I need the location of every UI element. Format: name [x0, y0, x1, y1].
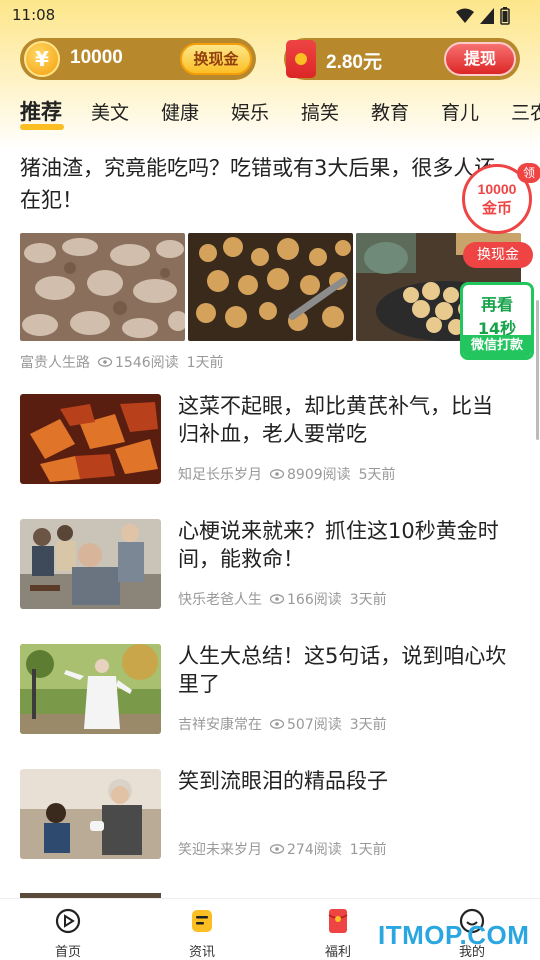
tab-health[interactable]: 健康: [161, 98, 199, 125]
wallet-row: ¥ 10000 换现金 2.80元 提现: [0, 36, 540, 82]
article-title: 这菜不起眼，却比黄芪补气，比当归补血，老人要常吃: [178, 394, 493, 446]
article-reads: 8909阅读: [287, 467, 351, 483]
article-reads: 166阅读: [287, 592, 342, 608]
news-icon: [192, 910, 212, 932]
article-title: 笑到流眼泪的精品段子: [178, 769, 388, 793]
featured-image-row: [20, 233, 521, 341]
article-author: 快乐老爸人生: [178, 592, 262, 608]
nav-home[interactable]: 首页: [28, 907, 108, 960]
wifi-icon: [456, 8, 474, 23]
featured-article-reads: 1546阅读: [115, 355, 179, 371]
list-item[interactable]: 人生大总结！这5句话，说到咱心坎里了 吉祥安康常在 507阅读 3天前: [20, 644, 520, 736]
featured-article-title: 猪油渣，究竟能吃吗？吃错或有3大后果，很多人还在犯！: [20, 156, 496, 212]
article-title: 人生大总结！这5句话，说到咱心坎里了: [178, 644, 507, 696]
wechat-payout-label: 微信打款: [463, 335, 531, 357]
article-reads: 274阅读: [287, 842, 342, 858]
article-thumbnail: [20, 644, 161, 734]
article-time: 3天前: [349, 717, 387, 733]
eye-icon: [270, 594, 284, 604]
nav-news-label: 资讯: [188, 945, 215, 960]
signal-icon: [480, 8, 494, 24]
nav-welfare-label: 福利: [324, 945, 351, 960]
tab-agriculture[interactable]: 三农: [511, 98, 540, 125]
article-time: 1天前: [349, 842, 387, 858]
article-thumbnail: [20, 769, 161, 859]
coin-reward-float[interactable]: 领 10000 金币: [462, 163, 540, 234]
battery-icon: [500, 7, 510, 25]
article-meta: 知足长乐岁月 8909阅读 5天前: [178, 464, 396, 484]
coin-icon: ¥: [24, 41, 60, 77]
eye-icon: [270, 719, 284, 729]
tab-education[interactable]: 教育: [371, 98, 409, 125]
featured-article[interactable]: 猪油渣，究竟能吃吗？吃错或有3大后果，很多人还在犯！ 富贵人生路 1546阅读 …: [20, 152, 521, 371]
article-meta: 笑迎未来岁月 274阅读 1天前: [178, 839, 387, 859]
coin-amount: 10000: [70, 47, 123, 68]
article-reads: 507阅读: [287, 717, 342, 733]
status-bar: 11:08: [0, 0, 540, 32]
article-time: 3天前: [349, 592, 387, 608]
exchange-cash-button[interactable]: 换现金: [180, 43, 252, 75]
watermark: ITMOP.COM: [378, 920, 530, 950]
reward-unit: 金币: [481, 199, 512, 217]
eye-icon: [270, 844, 284, 854]
status-time: 11:08: [12, 6, 56, 24]
scrollbar[interactable]: [536, 300, 539, 440]
article-thumbnail: [20, 519, 161, 609]
red-packet-icon: [328, 909, 348, 933]
article-title: 心梗说来就来？抓住这10秒黄金时间，能救命！: [178, 519, 499, 571]
reward-amount: 10000: [477, 181, 517, 197]
article-meta: 吉祥安康常在 507阅读 3天前: [178, 714, 387, 734]
nav-home-label: 首页: [54, 945, 81, 960]
eye-icon: [98, 357, 112, 367]
wechat-payout-float[interactable]: 再看 14秒 微信打款: [460, 282, 534, 360]
article-feed[interactable]: 猪油渣，究竟能吃吗？吃错或有3大后果，很多人还在犯！ 富贵人生路 1546阅读 …: [0, 140, 540, 898]
status-icons: [456, 7, 510, 25]
featured-article-meta: 富贵人生路 1546阅读 1天前: [20, 352, 224, 372]
featured-image-1: [20, 233, 185, 341]
featured-article-time: 1天前: [186, 355, 224, 371]
article-meta: 快乐老爸人生 166阅读 3天前: [178, 589, 387, 609]
tab-funny[interactable]: 搞笑: [301, 98, 339, 125]
article-author: 笑迎未来岁月: [178, 842, 262, 858]
list-item[interactable]: 心梗说来就来？抓住这10秒黄金时间，能救命！ 快乐老爸人生 166阅读 3天前: [20, 519, 520, 611]
tab-recommend[interactable]: 推荐: [20, 96, 62, 126]
featured-image-2: [188, 233, 353, 341]
article-author: 知足长乐岁月: [178, 467, 262, 483]
list-item[interactable]: 这菜不起眼，却比黄芪补气，比当归补血，老人要常吃 知足长乐岁月 8909阅读 5…: [20, 394, 520, 486]
article-author: 吉祥安康常在: [178, 717, 262, 733]
watch-more-label: 再看: [480, 295, 513, 314]
active-tab-indicator: [20, 124, 64, 130]
cash-balance-pill[interactable]: 2.80元 提现: [284, 38, 520, 80]
coin-balance-pill[interactable]: ¥ 10000 换现金: [20, 38, 256, 80]
tab-entertainment[interactable]: 娱乐: [231, 98, 269, 125]
float-exchange-button[interactable]: 换现金: [463, 242, 533, 268]
withdraw-button[interactable]: 提现: [444, 42, 516, 76]
article-time: 5天前: [358, 467, 396, 483]
nav-welfare[interactable]: 福利: [298, 907, 378, 960]
tab-essays[interactable]: 美文: [91, 98, 129, 125]
play-circle-icon: [55, 908, 81, 934]
article-thumbnail: [20, 394, 161, 484]
red-packet-icon: [286, 40, 316, 78]
category-tabs: 推荐 美文 健康 娱乐 搞笑 教育 育儿 三农: [0, 96, 540, 132]
eye-icon: [270, 469, 284, 479]
claim-badge: 领: [517, 163, 540, 183]
tab-parenting[interactable]: 育儿: [441, 98, 479, 125]
list-item[interactable]: 笑到流眼泪的精品段子 笑迎未来岁月 274阅读 1天前: [20, 769, 520, 861]
featured-article-author: 富贵人生路: [20, 355, 90, 371]
nav-news[interactable]: 资讯: [162, 907, 242, 960]
cash-amount: 2.80元: [326, 52, 382, 73]
